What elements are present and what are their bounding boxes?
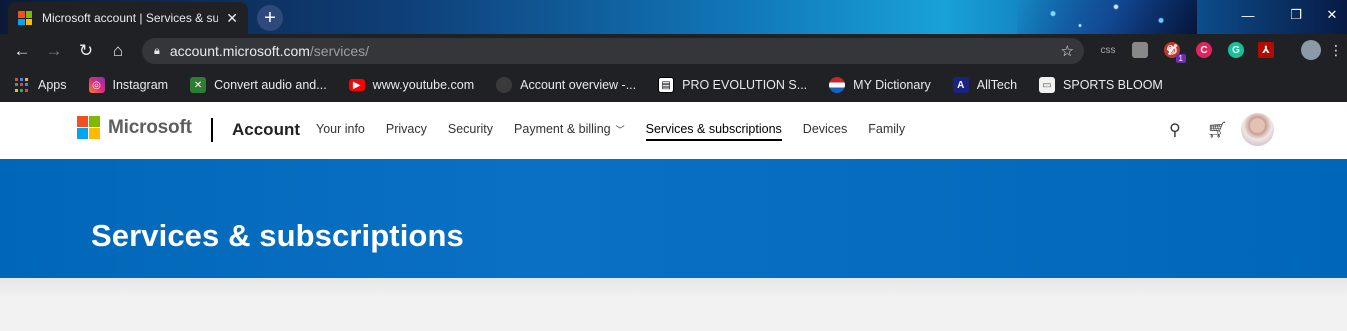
bookmark-instagram[interactable]: ◎ Instagram [88,77,169,93]
bookmark-label: AllTech [976,78,1018,92]
nav-payment-billing[interactable]: Payment & billing ﹀ [514,122,625,136]
extension-icon[interactable] [1130,39,1150,61]
nav-privacy[interactable]: Privacy [386,122,427,136]
bookmark-pes[interactable]: ▤ PRO EVOLUTION S... [658,77,807,93]
bookmark-label: MY Dictionary [853,78,931,92]
tab-title: Microsoft account | Services & su [42,11,219,25]
sports-bloom-icon: ▭ [1039,77,1056,93]
menu-icon[interactable]: ⋮ [1329,39,1343,61]
extension-badge: 1 [1175,54,1186,63]
bookmark-convert-audio[interactable]: ✕ Convert audio and... [190,77,327,93]
browser-tab-active[interactable]: Microsoft account | Services & su ✕ [8,2,248,34]
content-area [0,278,1347,331]
pdf-extension-icon[interactable]: ⅄ [1256,39,1276,61]
cart-icon[interactable]: 🛒︎ [1207,120,1227,140]
css-extension-label: css [1100,44,1116,56]
bookmark-apps[interactable]: Apps [14,77,67,93]
browser-tabstrip: Microsoft account | Services & su ✕ + — … [0,0,1347,34]
bookmark-label: SPORTS BLOOM [1063,78,1163,92]
new-tab-button[interactable]: + [257,5,283,31]
nav-devices[interactable]: Devices [803,122,847,136]
microsoft-logo-icon [77,116,100,139]
bookmark-label: Apps [38,78,67,92]
back-arrow-icon[interactable]: ← [6,35,38,67]
home-icon[interactable]: ⌂ [102,35,134,67]
restore-icon[interactable]: ❐ [1273,0,1319,30]
instagram-icon: ◎ [88,77,105,93]
profile-avatar-icon[interactable] [1300,39,1322,61]
lock-icon: 🔒︎ [154,44,160,57]
tab-close-icon[interactable]: ✕ [226,10,238,27]
account-icon [496,77,513,93]
bookmark-label: www.youtube.com [372,78,475,92]
bookmark-sports-bloom[interactable]: ▭ SPORTS BLOOM [1039,77,1163,93]
bookmark-label: PRO EVOLUTION S... [682,78,808,92]
close-window-icon[interactable]: ✕ [1317,0,1347,30]
reload-icon[interactable]: ↻ [70,35,102,67]
nav-security[interactable]: Security [448,122,493,136]
bookmarks-bar: Apps ◎ Instagram ✕ Convert audio and... … [0,68,1347,102]
site-header: Microsoft Account Your info Privacy Secu… [0,102,1347,159]
minimize-icon[interactable]: — [1225,0,1271,30]
address-bar[interactable]: 🔒︎ account.microsoft.com/services/ ☆ [142,38,1084,64]
grammarly-icon[interactable]: G [1226,39,1246,61]
logo-wordmark: Microsoft [108,116,192,138]
microsoft-favicon-icon [18,11,32,25]
wallpaper-decoration [1017,0,1197,34]
bookmark-star-icon[interactable]: ☆ [1061,42,1074,60]
nav-your-info[interactable]: Your info [316,122,365,136]
nav-services-subscriptions[interactable]: Services & subscriptions [645,122,782,141]
bookmark-label: Instagram [112,78,169,92]
bookmark-youtube[interactable]: ▶ www.youtube.com [348,78,475,92]
dictionary-icon [829,77,846,93]
bookmark-label: Convert audio and... [214,78,327,92]
url-host: account.microsoft.com [169,43,310,59]
bookmark-account-overview[interactable]: Account overview -... [496,77,636,93]
chevron-down-icon: ﹀ [615,125,625,135]
account-home-link[interactable]: Account [232,120,300,140]
header-divider [211,118,213,142]
nav-payment-billing-label: Payment & billing [514,122,611,136]
account-nav: Your info Privacy Security Payment & bil… [316,122,926,141]
alltech-icon: A [952,77,969,93]
grammar-extension-icon[interactable]: C [1194,39,1214,61]
microsoft-logo[interactable]: Microsoft [77,116,192,139]
tampermonkey-icon[interactable]: 🐒︎ 1 [1162,39,1186,63]
css-extension-icon[interactable]: css [1098,39,1118,61]
user-avatar[interactable] [1241,113,1274,146]
forward-arrow-icon[interactable]: → [38,35,70,67]
nav-family[interactable]: Family [868,122,905,136]
youtube-icon: ▶ [348,79,365,91]
page-title: Services & subscriptions [91,218,464,253]
bookmark-label: Account overview -... [520,78,637,92]
bookmark-alltech[interactable]: A AllTech [952,77,1018,93]
url-path: /services/ [309,43,370,59]
pes-icon: ▤ [658,77,675,93]
search-icon[interactable]: ⚲ [1169,120,1181,140]
convert-icon: ✕ [190,77,207,93]
page-banner: Services & subscriptions [0,159,1347,278]
apps-grid-icon [14,77,30,93]
bookmark-my-dictionary[interactable]: MY Dictionary [829,77,931,93]
